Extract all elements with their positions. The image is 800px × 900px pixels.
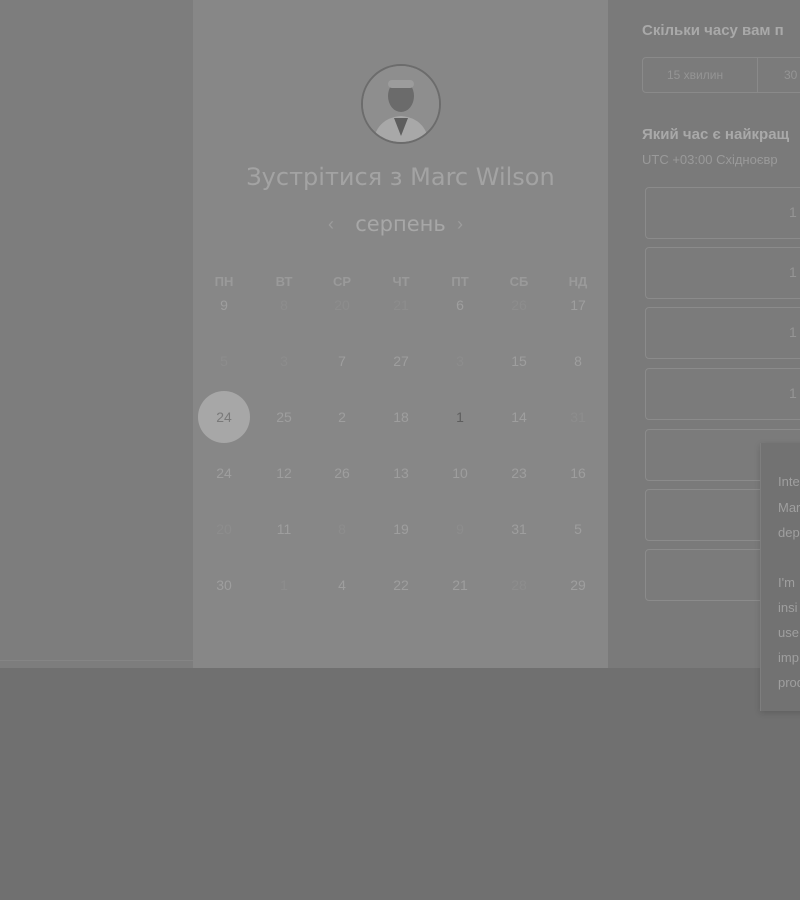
calendar-day[interactable]: 3 (434, 335, 486, 387)
time-slot-button[interactable]: 1 (645, 307, 800, 359)
calendar-day[interactable]: 11 (258, 503, 310, 555)
time-slot-label: 1 (789, 204, 797, 220)
calendar-day[interactable]: 4 (316, 559, 368, 611)
time-slot-button[interactable]: 1 (645, 247, 800, 299)
calendar-day[interactable]: 30 (198, 559, 250, 611)
time-slot-label: 1 (789, 324, 797, 340)
popover-text-line: use (778, 625, 799, 640)
popover-text-line: Inte (778, 474, 800, 489)
calendar-day[interactable]: 8 (316, 503, 368, 555)
calendar-day[interactable]: 10 (434, 447, 486, 499)
calendar-day[interactable]: 6 (434, 279, 486, 331)
chevron-right-icon[interactable]: › (457, 214, 463, 235)
time-slot-label: 1 (789, 264, 797, 280)
timezone-label: UTC +03:00 Східноєвр (642, 152, 778, 167)
calendar-day[interactable]: 9 (434, 503, 486, 555)
calendar-day[interactable]: 29 (552, 559, 604, 611)
calendar-day[interactable]: 19 (375, 503, 427, 555)
calendar-day[interactable]: 31 (493, 503, 545, 555)
calendar-day[interactable]: 3 (258, 335, 310, 387)
divider (757, 58, 758, 92)
popover-text-line: I'm (778, 575, 795, 590)
calendar-day[interactable]: 26 (316, 447, 368, 499)
calendar-day[interactable]: 7 (316, 335, 368, 387)
time-question: Який час є найкращ (642, 126, 790, 143)
host-avatar (361, 64, 441, 144)
calendar-day[interactable]: 27 (375, 335, 427, 387)
time-slot-button[interactable]: 1 (645, 187, 800, 239)
calendar-day[interactable]: 31 (552, 391, 604, 443)
person-photo-icon (363, 66, 439, 142)
time-slot-button[interactable]: 1 (645, 368, 800, 420)
calendar-day[interactable]: 8 (258, 279, 310, 331)
calendar-day[interactable]: 14 (493, 391, 545, 443)
popover-text-line: imp (778, 650, 799, 665)
calendar-day[interactable]: 18 (375, 391, 427, 443)
calendar-day[interactable]: 16 (552, 447, 604, 499)
month-label: серпень (355, 212, 446, 236)
popover-text-line: insi (778, 600, 798, 615)
popover-text-line: dep (778, 525, 800, 540)
calendar-day[interactable]: 13 (375, 447, 427, 499)
calendar-day[interactable]: 5 (198, 335, 250, 387)
calendar-day[interactable]: 26 (493, 279, 545, 331)
page-divider (0, 660, 193, 661)
calendar-day[interactable]: 25 (258, 391, 310, 443)
calendar-day-selected[interactable]: 24 (198, 391, 250, 443)
calendar-day[interactable]: 23 (493, 447, 545, 499)
calendar-day[interactable]: 28 (493, 559, 545, 611)
time-slot-label: 1 (789, 385, 797, 401)
scheduler-card: Зустрітися з Marc Wilson ‹ серпень › ПН … (193, 0, 608, 668)
calendar-day[interactable]: 24 (198, 447, 250, 499)
calendar-day[interactable]: 21 (434, 559, 486, 611)
calendar-day[interactable]: 12 (258, 447, 310, 499)
duration-question: Скільки часу вам п (642, 22, 784, 39)
calendar-day[interactable]: 20 (198, 503, 250, 555)
page-title: Зустрітися з Marc Wilson (246, 163, 555, 191)
page-left-background (0, 0, 193, 668)
duration-selector: 15 хвилин 30 (642, 57, 800, 93)
calendar-day[interactable]: 20 (316, 279, 368, 331)
calendar-day[interactable]: 9 (198, 279, 250, 331)
calendar-day[interactable]: 2 (316, 391, 368, 443)
host-info-popover: Inte Mar dep I'm insi use imp prod (760, 443, 800, 711)
calendar-day[interactable]: 21 (375, 279, 427, 331)
duration-option[interactable]: 30 (784, 58, 797, 92)
calendar-day[interactable]: 15 (493, 335, 545, 387)
popover-text-line: prod (778, 675, 800, 690)
popover-text-line: Mar (778, 500, 800, 515)
calendar-day[interactable]: 22 (375, 559, 427, 611)
calendar-day[interactable]: 5 (552, 503, 604, 555)
calendar-day[interactable]: 8 (552, 335, 604, 387)
calendar-day[interactable]: 17 (552, 279, 604, 331)
calendar-day[interactable]: 1 (434, 391, 486, 443)
page-bottom-background (0, 668, 800, 900)
duration-option[interactable]: 15 хвилин (667, 58, 723, 92)
calendar-day[interactable]: 1 (258, 559, 310, 611)
month-navigation: ‹ серпень › (193, 210, 608, 240)
